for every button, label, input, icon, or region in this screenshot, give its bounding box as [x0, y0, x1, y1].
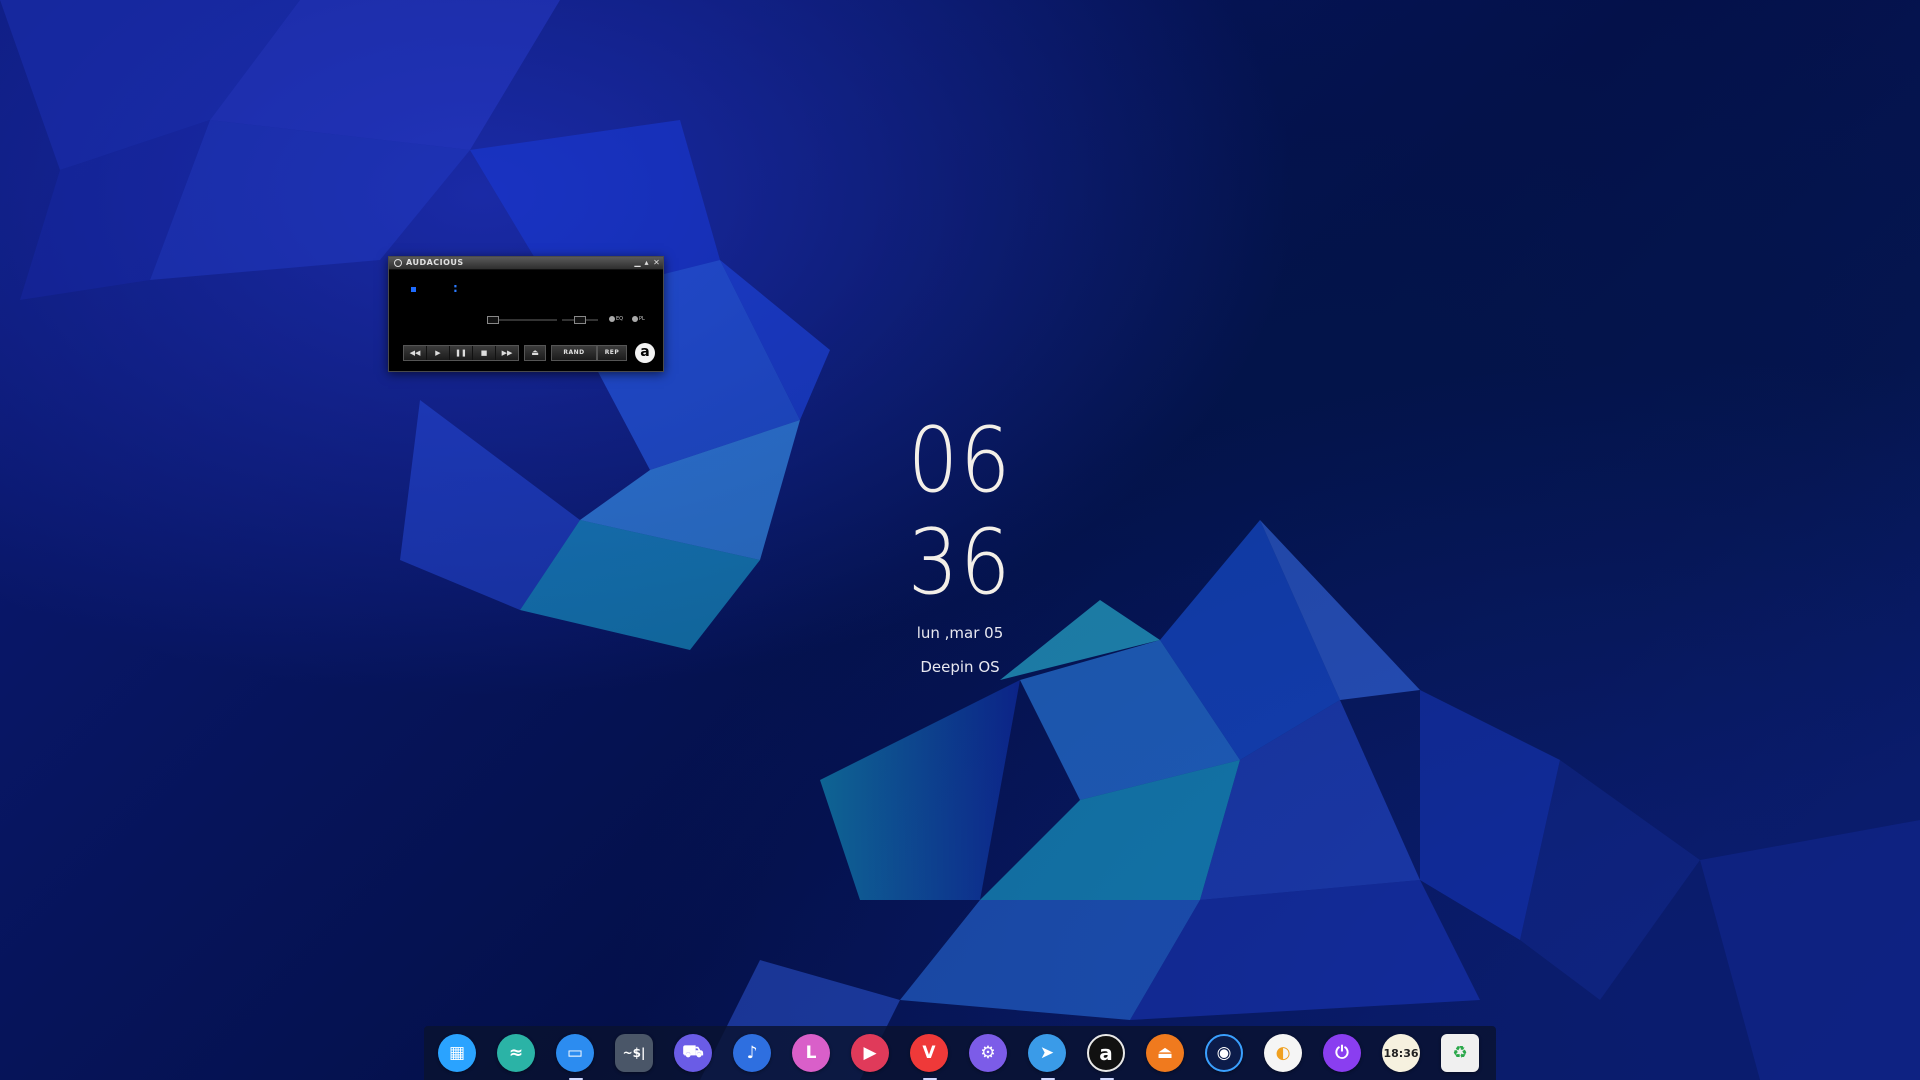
dock-item-telegram[interactable]: ➤: [1028, 1034, 1068, 1080]
libreoffice-icon: L: [792, 1034, 830, 1072]
multitasking-icon: ≈: [497, 1034, 535, 1072]
launcher-icon: ▦: [438, 1034, 476, 1072]
playback-status-indicator: [411, 287, 416, 292]
play-button[interactable]: ▶: [427, 346, 450, 360]
telegram-icon: ➤: [1028, 1034, 1066, 1072]
clock-icon: 18:36: [1382, 1034, 1420, 1072]
playlist-toggle[interactable]: PL: [632, 315, 645, 323]
file-manager-icon: ▭: [556, 1034, 594, 1072]
music-icon: ♪: [733, 1034, 771, 1072]
audacious-menu-icon[interactable]: [394, 259, 402, 267]
equalizer-toggle-label: EQ: [616, 316, 624, 322]
audacious-titlebar[interactable]: AUDACIOUS ▁ ▴ ✕: [389, 257, 663, 270]
weather-icon: ◐: [1264, 1034, 1302, 1072]
minimize-icon[interactable]: ▁: [633, 258, 642, 267]
settings-icon: ⚙: [969, 1034, 1007, 1072]
dock-item-terminal[interactable]: ~$|: [615, 1034, 655, 1074]
dock-item-libreoffice[interactable]: L: [792, 1034, 832, 1074]
previous-button[interactable]: ◀◀: [404, 346, 427, 360]
next-button[interactable]: ▶▶: [496, 346, 518, 360]
audacious-window[interactable]: AUDACIOUS ▁ ▴ ✕ : EQ PL ◀◀ ▶ ❚❚ ■ ▶▶ ⏏ R…: [388, 256, 664, 372]
dock-item-system-monitor[interactable]: ◉: [1205, 1034, 1245, 1074]
dock-item-music[interactable]: ♪: [733, 1034, 773, 1074]
clock-date: lun ,mar 05: [916, 624, 1004, 642]
equalizer-toggle[interactable]: EQ: [609, 315, 623, 323]
vlc-eject-icon: ⏏: [1146, 1034, 1184, 1072]
playlist-toggle-label: PL: [639, 316, 645, 322]
dock-item-power[interactable]: ⏻: [1323, 1034, 1363, 1074]
clock-widget: 06 36 lun ,mar 05 Deepin OS: [860, 408, 1060, 677]
os-name: Deepin OS: [920, 658, 1000, 676]
dock-item-launcher[interactable]: ▦: [438, 1034, 478, 1074]
audacious-title: AUDACIOUS: [406, 258, 464, 267]
dock-item-multitasking[interactable]: ≈: [497, 1034, 537, 1074]
trash-icon: ♻: [1441, 1034, 1479, 1072]
toggle-dot-icon: [632, 315, 638, 322]
close-icon[interactable]: ✕: [652, 258, 661, 267]
time-display-colon: :: [453, 281, 458, 295]
shuffle-button[interactable]: RAND: [551, 345, 597, 361]
clock-minutes: 36: [907, 510, 1013, 615]
dock-item-app-store[interactable]: ⛟: [674, 1034, 714, 1074]
power-icon: ⏻: [1323, 1034, 1361, 1072]
stop-button[interactable]: ■: [473, 346, 496, 360]
dock-item-vlc-eject[interactable]: ⏏: [1146, 1034, 1186, 1074]
dock-item-trash[interactable]: ♻: [1441, 1034, 1481, 1074]
dock-item-vivaldi[interactable]: V: [910, 1034, 950, 1080]
dock-item-settings[interactable]: ⚙: [969, 1034, 1009, 1074]
clock-hours: 06: [907, 408, 1013, 513]
system-monitor-icon: ◉: [1205, 1034, 1243, 1072]
dock-item-file-manager[interactable]: ▭: [556, 1034, 596, 1080]
audacious-icon: a: [1087, 1034, 1125, 1072]
desktop: 06 36 lun ,mar 05 Deepin OS AUDACIOUS ▁ …: [0, 0, 1920, 1080]
repeat-button[interactable]: REP: [597, 345, 627, 361]
balance-slider-knob[interactable]: [574, 316, 586, 324]
shade-icon[interactable]: ▴: [642, 258, 651, 267]
audacious-logo-icon[interactable]: a: [635, 343, 655, 363]
pause-button[interactable]: ❚❚: [450, 346, 473, 360]
dock: ▦ ≈ ▭ ~$| ⛟ ♪ L ▶ V ⚙ ➤ a ⏏ ◉ ◐ ⏻ 18:36 ♻: [424, 1026, 1496, 1080]
terminal-icon: ~$|: [615, 1034, 653, 1072]
toggle-dot-icon: [609, 315, 615, 322]
balance-slider[interactable]: [562, 316, 598, 324]
volume-slider[interactable]: [487, 316, 557, 324]
video-player-icon: ▶: [851, 1034, 889, 1072]
transport-controls: ◀◀ ▶ ❚❚ ■ ▶▶: [403, 345, 519, 361]
vivaldi-icon: V: [910, 1034, 948, 1072]
dock-item-audacious[interactable]: a: [1087, 1034, 1127, 1080]
eject-button[interactable]: ⏏: [524, 345, 546, 361]
dock-item-clock[interactable]: 18:36: [1382, 1034, 1422, 1074]
dock-item-video-player[interactable]: ▶: [851, 1034, 891, 1074]
volume-slider-knob[interactable]: [487, 316, 499, 324]
app-store-icon: ⛟: [674, 1034, 712, 1072]
dock-item-weather[interactable]: ◐: [1264, 1034, 1304, 1074]
